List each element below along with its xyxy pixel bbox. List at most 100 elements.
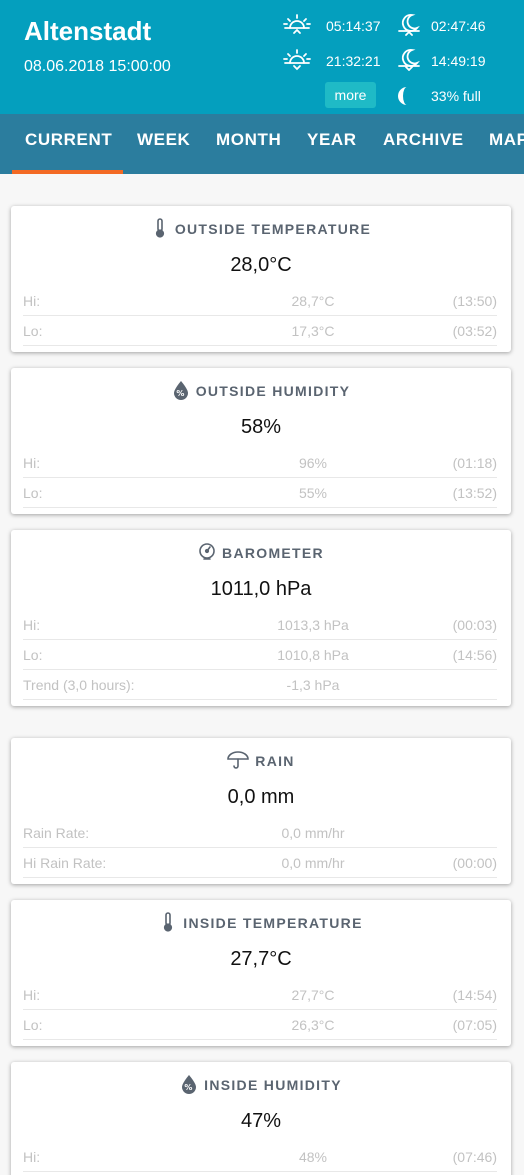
card-title-text: OUTSIDE HUMIDITY — [195, 383, 351, 399]
stat-value: 27,7°C — [291, 987, 335, 1003]
inside-humidity-card: % INSIDE HUMIDITY 47% Hi: 48% (07:46) — [11, 1062, 511, 1175]
rain-card: RAIN 0,0 mm Rain Rate: 0,0 mm/hr Hi Rain… — [11, 738, 511, 884]
stat-value: 0,0 mm/hr — [281, 825, 345, 841]
station-name: Altenstadt — [24, 16, 152, 46]
moonset-icon — [394, 47, 424, 71]
sunrise-time: 05:14:37 — [326, 18, 381, 34]
stat-value: 17,3°C — [291, 323, 335, 339]
stat-value: 0,0 mm/hr — [281, 855, 345, 871]
stat-label: Hi: — [23, 455, 41, 471]
rain-value: 0,0 mm — [227, 786, 295, 808]
stat-row: Lo: 17,3°C (03:52) — [23, 316, 497, 346]
outside-temperature-value: 28,0°C — [230, 254, 292, 276]
card-title: % INSIDE HUMIDITY — [11, 1074, 511, 1094]
stat-row: Lo: 1010,8 hPa (14:56) — [23, 640, 497, 670]
stat-label: Lo: — [23, 647, 43, 663]
card-title-text: BAROMETER — [222, 545, 324, 561]
stat-row: Hi: 96% (01:18) — [23, 448, 497, 478]
tab-week[interactable]: WEEK — [137, 114, 190, 174]
stat-label: Hi Rain Rate: — [23, 855, 107, 871]
humidity-drop-icon: % — [172, 380, 190, 400]
stat-time: (03:52) — [452, 323, 497, 339]
stat-row: Trend (3,0 hours): -1,3 hPa — [23, 670, 497, 700]
tab-year[interactable]: YEAR — [307, 114, 357, 174]
stat-value: 96% — [298, 455, 328, 471]
sunset-icon — [282, 47, 312, 71]
stat-time: (14:54) — [452, 987, 497, 1003]
stat-row: Lo: 55% (13:52) — [23, 478, 497, 508]
thermometer-icon — [159, 912, 177, 932]
stat-value: -1,3 hPa — [286, 677, 340, 693]
stat-label: Lo: — [23, 485, 43, 501]
stat-time: (07:46) — [452, 1149, 497, 1165]
stat-row: Hi: 27,7°C (14:54) — [23, 980, 497, 1010]
header: Altenstadt 08.06.2018 15:00:00 05:14:37 … — [0, 0, 524, 114]
tab-archive[interactable]: ARCHIVE — [383, 114, 464, 174]
stat-value: 28,7°C — [291, 293, 335, 309]
stat-label: Lo: — [23, 323, 43, 339]
moonset-time: 14:49:19 — [431, 53, 486, 69]
card-title: OUTSIDE TEMPERATURE — [11, 218, 511, 238]
moon-phase-text: 33% full — [431, 88, 481, 104]
stat-label: Lo: — [23, 1017, 43, 1033]
nav-tabs: CURRENT WEEK MONTH YEAR ARCHIVE MAP — [0, 114, 524, 174]
current-datetime: 08.06.2018 15:00:00 — [24, 58, 171, 75]
outside-temperature-card: OUTSIDE TEMPERATURE 28,0°C Hi: 28,7°C (1… — [11, 206, 511, 352]
stat-row: Hi Rain Rate: 0,0 mm/hr (00:00) — [23, 848, 497, 878]
inside-temperature-value: 27,7°C — [230, 948, 292, 970]
stat-time: (13:50) — [452, 293, 497, 309]
card-title-text: INSIDE HUMIDITY — [204, 1077, 342, 1093]
card-title: % OUTSIDE HUMIDITY — [11, 380, 511, 400]
more-button[interactable]: more — [325, 82, 376, 108]
tab-month[interactable]: MONTH — [216, 114, 281, 174]
stat-value: 55% — [298, 485, 328, 501]
stat-time: (14:56) — [452, 647, 497, 663]
stat-time: (07:05) — [452, 1017, 497, 1033]
stat-row: Lo: 26,3°C (07:05) — [23, 1010, 497, 1040]
card-title-text: OUTSIDE TEMPERATURE — [174, 221, 372, 237]
tab-map[interactable]: MAP — [489, 114, 524, 174]
gauge-icon — [198, 542, 216, 562]
stat-value: 1010,8 hPa — [277, 647, 349, 663]
active-tab-indicator — [12, 170, 123, 174]
thermometer-icon — [151, 218, 169, 238]
card-title: INSIDE TEMPERATURE — [11, 912, 511, 932]
stat-value: 26,3°C — [291, 1017, 335, 1033]
card-title-text: INSIDE TEMPERATURE — [183, 915, 363, 931]
card-title-text: RAIN — [255, 753, 295, 769]
stat-time: (00:00) — [452, 855, 497, 871]
stat-row: Rain Rate: 0,0 mm/hr — [23, 818, 497, 848]
stat-label: Hi: — [23, 1149, 41, 1165]
humidity-drop-icon: % — [180, 1074, 198, 1094]
stat-label: Trend (3,0 hours): — [23, 677, 135, 693]
barometer-value: 1011,0 hPa — [210, 578, 312, 600]
card-title: RAIN — [11, 750, 511, 770]
moonrise-icon — [394, 12, 424, 36]
svg-text:%: % — [176, 389, 185, 398]
stat-time: (13:52) — [452, 485, 497, 501]
sunset-time: 21:32:21 — [326, 53, 381, 69]
stat-time: (01:18) — [452, 455, 497, 471]
moon-phase-icon — [394, 84, 424, 108]
stat-row: Hi: 1013,3 hPa (00:03) — [23, 610, 497, 640]
stat-label: Hi: — [23, 293, 41, 309]
sunrise-icon — [282, 12, 312, 36]
stat-row: Hi: 28,7°C (13:50) — [23, 286, 497, 316]
card-title: BAROMETER — [11, 542, 511, 562]
stat-value: 48% — [298, 1149, 328, 1165]
outside-humidity-value: 58% — [240, 416, 282, 438]
stat-label: Hi: — [23, 617, 41, 633]
stat-label: Hi: — [23, 987, 41, 1003]
outside-humidity-card: % OUTSIDE HUMIDITY 58% Hi: 96% (01:18) L… — [11, 368, 511, 514]
inside-temperature-card: INSIDE TEMPERATURE 27,7°C Hi: 27,7°C (14… — [11, 900, 511, 1046]
tab-current[interactable]: CURRENT — [25, 114, 112, 174]
inside-humidity-value: 47% — [240, 1110, 282, 1132]
stat-time: (00:03) — [452, 617, 497, 633]
moonrise-time: 02:47:46 — [431, 18, 486, 34]
barometer-card: BAROMETER 1011,0 hPa Hi: 1013,3 hPa (00:… — [11, 530, 511, 706]
stat-value: 1013,3 hPa — [277, 617, 349, 633]
stat-label: Rain Rate: — [23, 825, 90, 841]
svg-text:%: % — [184, 1083, 193, 1092]
umbrella-icon — [227, 750, 250, 770]
stat-row: Hi: 48% (07:46) — [23, 1142, 497, 1172]
